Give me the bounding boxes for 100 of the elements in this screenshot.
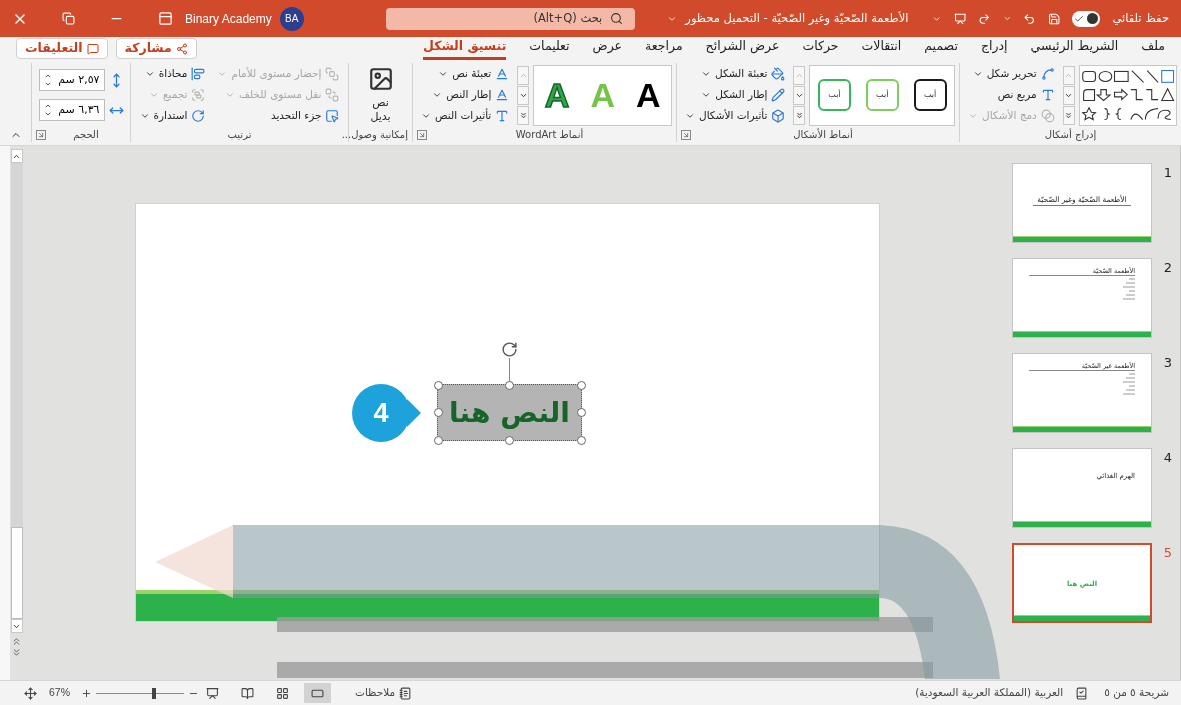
curve-icon (1040, 67, 1055, 81)
comments-button[interactable]: التعليقات (16, 38, 108, 59)
document-title[interactable]: الأطعمة الصّحيّة وغير الصّحيّة - التحميل محظور (667, 9, 909, 28)
ribbon-command[interactable]: إطار الشكل (681, 84, 790, 106)
group-label: أنماط الأشكال (792, 127, 854, 142)
slide-number: 4 (1162, 449, 1174, 467)
size-field[interactable]: ٢,٥٧ سم (38, 69, 105, 91)
ribbon-tab[interactable]: إدراج (980, 37, 1008, 60)
zoom-thumb[interactable] (152, 687, 157, 699)
user-name: Binary Academy (185, 10, 272, 28)
shapes-gallery[interactable] (1078, 64, 1177, 126)
dialog-launcher-icon[interactable] (417, 129, 427, 140)
double-chevron-icon (1064, 110, 1074, 120)
size-field[interactable]: ٦,٣٦ سم (38, 99, 105, 121)
open-book-icon (241, 686, 254, 700)
cube-icon (771, 109, 786, 123)
ribbon-command[interactable]: استدارة (135, 105, 210, 127)
resize-handle[interactable] (505, 380, 514, 390)
restore-icon[interactable] (62, 12, 75, 25)
ribbon-tab[interactable]: تعليمات (529, 37, 570, 60)
view-button[interactable] (304, 683, 331, 703)
spin-down-icon[interactable] (43, 80, 52, 88)
group-label: أنماط WordArt (514, 127, 585, 142)
ribbon-tab[interactable]: حركات (802, 37, 839, 60)
ribbon-command[interactable]: مربع نص (964, 84, 1059, 106)
zoom-slider[interactable] (96, 687, 184, 699)
underlined-letter-icon (495, 88, 510, 102)
autosave-toggle[interactable] (1072, 10, 1101, 27)
bring-front-icon (325, 67, 340, 81)
search-icon (610, 12, 624, 25)
rotate-handle-icon[interactable] (501, 341, 518, 358)
ribbon-command[interactable]: تعبئة الشكل (681, 63, 790, 85)
resize-handle[interactable] (433, 408, 443, 417)
grid-view-icon (276, 686, 289, 700)
spin-up-icon[interactable] (43, 72, 52, 80)
resize-handle[interactable] (576, 435, 586, 445)
pointer-select-icon (325, 109, 340, 123)
group-label: إمكانية وصول... (341, 128, 408, 142)
wordart-style[interactable]: A (635, 78, 661, 112)
share-button[interactable]: مشاركة (115, 38, 197, 59)
language-label[interactable]: العربية (المملكة العربية السعودية) (915, 685, 1064, 701)
ribbon-tab[interactable]: الشريط الرئيسي (1030, 37, 1119, 60)
ribbon-command[interactable]: إطار النص (417, 84, 514, 106)
double-chevron-icon (795, 110, 804, 120)
gallery-more-button[interactable] (1062, 105, 1075, 125)
ribbon-tab[interactable]: تصميم (924, 37, 958, 60)
caret-icon (685, 111, 695, 121)
ribbon-command[interactable]: تأثيرات الأشكال (681, 105, 790, 127)
group-label: ترتيب (226, 128, 253, 142)
spin-up-icon[interactable] (43, 102, 52, 110)
align-icon (191, 67, 206, 81)
spin-down-icon[interactable] (43, 110, 52, 118)
rotate-icon (191, 109, 206, 123)
ribbon-command[interactable]: جزء التحديد (213, 105, 344, 127)
resize-handle[interactable] (433, 380, 443, 390)
next-slide-icon[interactable] (11, 647, 22, 658)
gallery-more-button[interactable] (517, 105, 530, 125)
book-icon[interactable] (1075, 686, 1089, 700)
letter-icon (495, 109, 510, 123)
ribbon-tab[interactable]: انتقالات (861, 37, 902, 60)
resize-handle[interactable] (576, 380, 586, 390)
ribbon-command[interactable]: محاذاة (135, 63, 210, 85)
ribbon-tab[interactable]: ملف (1141, 37, 1165, 60)
scroll-bar[interactable] (10, 146, 23, 680)
gallery-more-button[interactable] (793, 105, 806, 125)
ribbon-tab[interactable]: عرض (592, 37, 623, 60)
caret-icon (701, 90, 712, 100)
check-icon (1074, 13, 1085, 24)
ribbon-command[interactable]: تعبئة نص (417, 63, 514, 85)
zoom-in-icon[interactable] (81, 687, 92, 699)
caret-icon (432, 90, 443, 100)
previous-slide-icon[interactable] (11, 636, 22, 647)
underlined-letter-icon (495, 67, 510, 81)
search-field[interactable]: بحث (Alt+Q) (385, 7, 636, 30)
ribbon-command[interactable]: تحرير شكل (964, 63, 1059, 85)
share-icon (175, 42, 188, 55)
zoom-level[interactable]: 67% (49, 685, 77, 701)
text-icon (1040, 88, 1055, 102)
ribbon-tab[interactable]: مراجعة (645, 37, 683, 60)
scroll-thumb[interactable] (10, 527, 23, 619)
dialog-launcher-icon[interactable] (681, 129, 691, 140)
resize-handle[interactable] (576, 408, 586, 417)
pencil-icon (771, 88, 786, 102)
avatar[interactable]: BA (279, 6, 304, 31)
caret-icon (148, 90, 159, 100)
ribbon-tab[interactable]: عرض الشرائح (705, 37, 780, 60)
style-swatch[interactable]: أبب (913, 79, 947, 111)
fit-to-window-icon[interactable] (24, 686, 37, 700)
slide-number: 1 (1162, 164, 1174, 182)
style-swatch[interactable]: أبب (865, 79, 899, 111)
ribbon-display-icon[interactable] (158, 11, 173, 26)
ribbon-command[interactable]: تأثيرات النص (417, 105, 514, 127)
alt-text-button[interactable]: نص بديل (354, 66, 407, 124)
resize-handle[interactable] (505, 435, 514, 445)
style-swatch[interactable]: أبب (817, 79, 851, 111)
dialog-launcher-icon[interactable] (36, 129, 46, 140)
resize-handle[interactable] (433, 435, 443, 445)
caret-icon (700, 69, 711, 79)
send-back-icon (325, 88, 340, 102)
notes-button[interactable]: ملاحظات (351, 685, 417, 701)
